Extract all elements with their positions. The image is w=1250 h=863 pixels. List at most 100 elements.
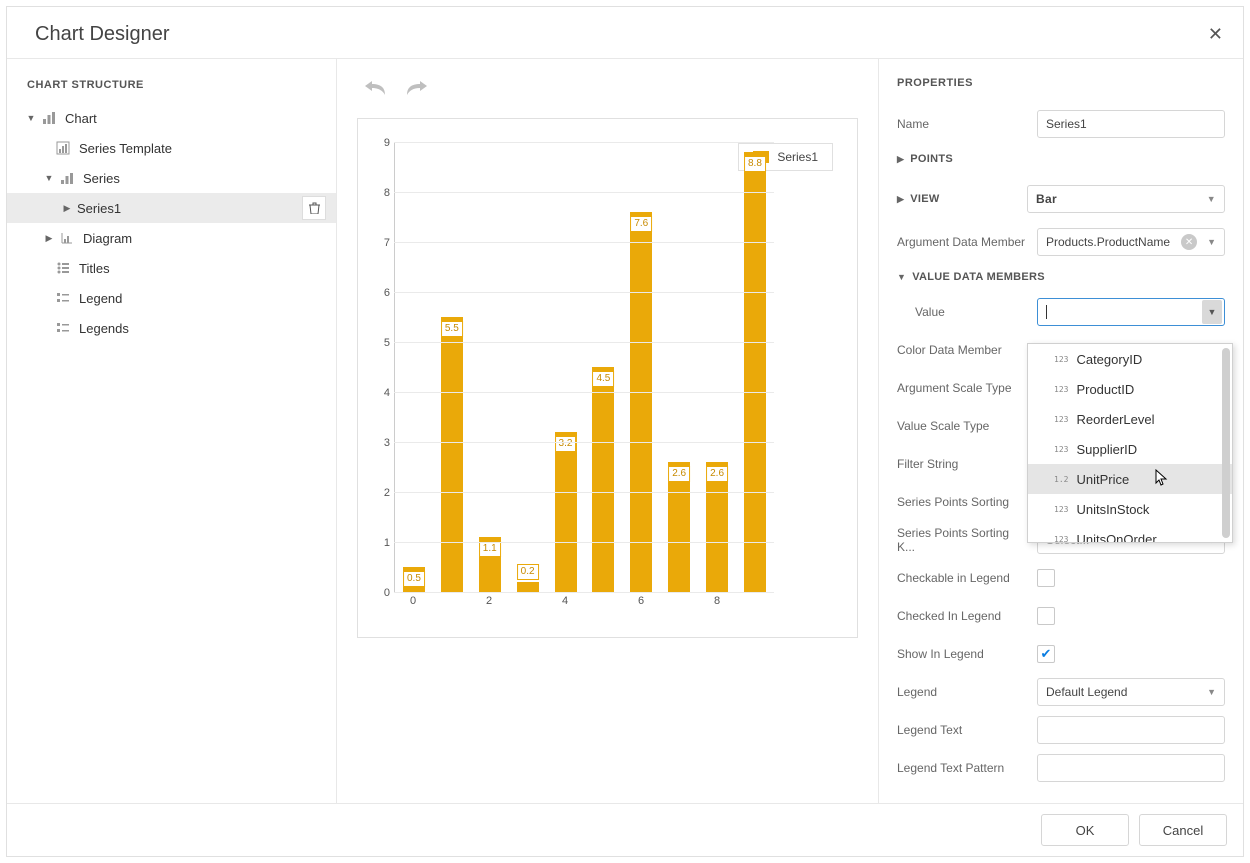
legend-text-input[interactable]: [1037, 716, 1225, 744]
value-dropdown[interactable]: 123CategoryID123ProductID123ReorderLevel…: [1027, 343, 1233, 543]
prop-checked: Checked In Legend: [897, 597, 1225, 635]
dropdown-item[interactable]: 1.2UnitPrice: [1028, 464, 1232, 494]
label-sort: Series Points Sorting: [897, 495, 1027, 509]
bar: 3.2: [555, 432, 577, 592]
tree-item-chart[interactable]: ▼ Chart: [7, 103, 336, 133]
value-select[interactable]: ▼: [1037, 298, 1225, 326]
tree-item-series[interactable]: ▼ Series: [7, 163, 336, 193]
bars-area: 0.55.51.10.23.24.57.62.62.68.8: [394, 143, 774, 593]
prop-legend-pattern: Legend Text Pattern: [897, 749, 1225, 787]
section-view[interactable]: ▶ VIEW Bar ▼: [897, 175, 1225, 223]
arg-member-select[interactable]: Products.ProductName ✕ ▼: [1037, 228, 1225, 256]
dropdown-item[interactable]: 123UnitsInStock: [1028, 494, 1232, 524]
checkable-checkbox[interactable]: [1037, 569, 1055, 587]
bar-value-label: 3.2: [555, 436, 577, 452]
label-show-legend: Show In Legend: [897, 647, 1027, 661]
bar-value-label: 7.6: [630, 216, 652, 232]
label-name: Name: [897, 117, 1027, 131]
clear-icon[interactable]: ✕: [1181, 234, 1197, 250]
chevron-right-icon[interactable]: ▶: [43, 233, 55, 244]
y-axis: 0123456789: [370, 143, 394, 593]
tree-item-series-template[interactable]: Series Template: [7, 133, 336, 163]
modal-title: Chart Designer: [35, 23, 170, 46]
tree-item-legend[interactable]: Legend: [7, 283, 336, 313]
preview-panel: Series1 0123456789 0.55.51.10.23.24.57.6…: [337, 59, 878, 803]
tree-item-diagram[interactable]: ▶ Diagram: [7, 223, 336, 253]
y-tick: 2: [384, 487, 390, 499]
x-tick: [516, 595, 538, 613]
prop-arg-member: Argument Data Member Products.ProductNam…: [897, 223, 1225, 261]
dropdown-button[interactable]: ▼: [1202, 300, 1222, 324]
bar: 0.2: [517, 582, 539, 592]
x-tick: 2: [478, 595, 500, 613]
bar-value-label: 2.6: [706, 466, 728, 482]
prop-show-legend: Show In Legend ✔: [897, 635, 1225, 673]
redo-button[interactable]: [405, 77, 429, 100]
tree-item-series1[interactable]: ▶ Series1: [7, 193, 336, 223]
tree-label: Titles: [79, 261, 110, 276]
close-icon[interactable]: ✕: [1208, 24, 1223, 45]
dropdown-item[interactable]: 123ReorderLevel: [1028, 404, 1232, 434]
dropdown-item[interactable]: 123SupplierID: [1028, 434, 1232, 464]
name-input[interactable]: [1037, 110, 1225, 138]
chevron-down-icon[interactable]: ▼: [43, 173, 55, 183]
x-tick: 0: [402, 595, 424, 613]
dropdown-item[interactable]: 123CategoryID: [1028, 344, 1232, 374]
bar: 1.1: [479, 537, 501, 592]
checked-checkbox[interactable]: [1037, 607, 1055, 625]
bar-value-label: 5.5: [441, 321, 463, 337]
chart-designer-modal: Chart Designer ✕ CHART STRUCTURE ▼ Chart: [6, 6, 1244, 857]
section-points[interactable]: ▶ POINTS: [897, 143, 1225, 175]
dropdown-item[interactable]: 123UnitsOnOrder: [1028, 524, 1232, 543]
prop-value: Value ▼: [897, 293, 1225, 331]
tree-label: Series1: [77, 201, 121, 216]
y-tick: 8: [384, 187, 390, 199]
cancel-button[interactable]: Cancel: [1139, 814, 1227, 846]
chevron-right-icon[interactable]: ▶: [61, 203, 73, 214]
view-select[interactable]: Bar ▼: [1027, 185, 1225, 213]
type-icon: 123: [1054, 385, 1068, 394]
y-tick: 9: [384, 137, 390, 149]
tree-label: Series: [83, 171, 120, 186]
modal-footer: OK Cancel: [7, 803, 1243, 856]
dropdown-item-label: ReorderLevel: [1076, 412, 1154, 427]
modal-header: Chart Designer ✕: [7, 7, 1243, 59]
label-color-member: Color Data Member: [897, 343, 1027, 357]
x-tick: 8: [706, 595, 728, 613]
label-checkable: Checkable in Legend: [897, 571, 1027, 585]
type-icon: 123: [1054, 445, 1068, 454]
delete-button[interactable]: [302, 196, 326, 220]
undo-button[interactable]: [363, 77, 387, 100]
bar: 8.8: [744, 152, 766, 592]
series-icon: [59, 170, 75, 186]
label-checked: Checked In Legend: [897, 609, 1027, 623]
ok-button[interactable]: OK: [1041, 814, 1129, 846]
dropdown-item-label: ProductID: [1076, 382, 1134, 397]
bar-value-label: 0.5: [403, 571, 425, 587]
tree-item-legends[interactable]: Legends: [7, 313, 336, 343]
y-tick: 4: [384, 387, 390, 399]
properties-panel: PROPERTIES Name ▶ POINTS ▶ VIEW Bar ▼: [878, 59, 1243, 803]
template-icon: [55, 140, 71, 156]
prop-name: Name: [897, 105, 1225, 143]
legend-pattern-input[interactable]: [1037, 754, 1225, 782]
legend-select[interactable]: Default Legend ▼: [1037, 678, 1225, 706]
chevron-right-icon: ▶: [897, 154, 904, 165]
chevron-down-icon: ▼: [1207, 687, 1216, 697]
scrollbar[interactable]: [1222, 348, 1230, 538]
dropdown-item[interactable]: 123 ProductID: [1028, 374, 1232, 404]
y-tick: 5: [384, 337, 390, 349]
label-value-scale: Value Scale Type: [897, 419, 1027, 433]
label-sort-key: Series Points Sorting K...: [897, 526, 1027, 554]
chevron-down-icon[interactable]: ▼: [25, 113, 37, 123]
x-tick: 6: [630, 595, 652, 613]
tree-label: Series Template: [79, 141, 172, 156]
y-tick: 1: [384, 537, 390, 549]
show-legend-checkbox[interactable]: ✔: [1037, 645, 1055, 663]
label-arg-member: Argument Data Member: [897, 235, 1027, 249]
chevron-down-icon: ▼: [897, 272, 906, 282]
section-value-members[interactable]: ▼ VALUE DATA MEMBERS: [897, 261, 1225, 293]
label-filter: Filter String: [897, 457, 1027, 471]
y-tick: 0: [384, 587, 390, 599]
tree-item-titles[interactable]: Titles: [7, 253, 336, 283]
